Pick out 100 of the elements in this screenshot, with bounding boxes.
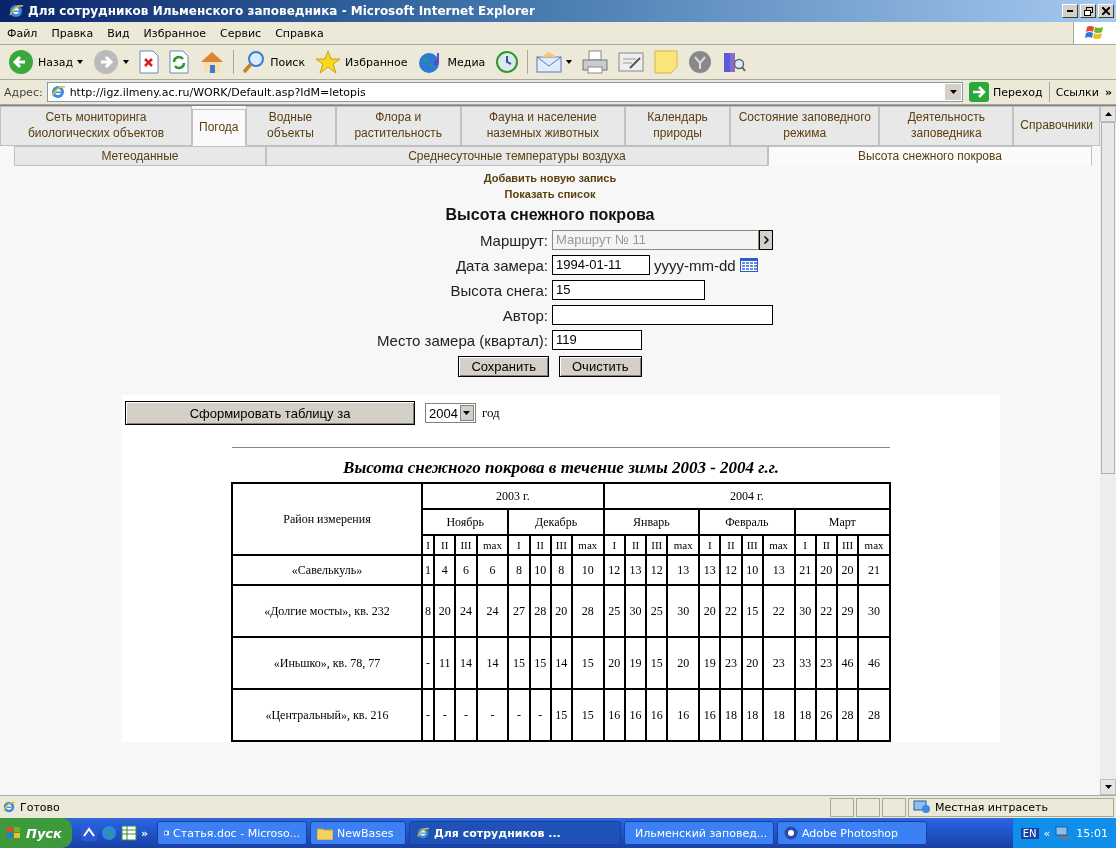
browser-logo-icon [416,826,430,840]
date-field[interactable]: 1994-01-11 [552,255,650,275]
form-button[interactable]: Сохранить [458,356,549,377]
chevron-right-icon [763,236,769,244]
vertical-scrollbar[interactable] [1100,106,1116,795]
menu-item[interactable]: Избранное [136,26,214,40]
menu-item[interactable]: Правка [44,26,101,40]
generate-table-button[interactable]: Сформировать таблицу за [125,401,415,425]
column-header: II [624,535,647,555]
chevron-button[interactable] [759,230,773,250]
form-button[interactable]: Очистить [559,356,642,377]
nav-tab[interactable]: Сеть мониторинга биологических объектов [0,106,192,146]
menu-item[interactable]: Файл [0,26,45,40]
document-pen-icon [618,51,645,73]
table-cell: 16 [699,689,721,741]
taskbar-button[interactable]: Для сотрудников ... [409,821,621,845]
table-cell: - [455,689,477,741]
field-label: Автор: [501,306,548,324]
browser-logo-icon [49,84,66,100]
page-link[interactable]: Добавить новую запись [483,170,617,186]
form-heading: Высота снежного покрова [445,206,655,224]
nav-tab[interactable]: Флора и растительность [335,106,461,146]
clock: 15:01 [1076,826,1108,840]
table-cell: 15 [571,689,604,741]
calendar-icon[interactable] [739,258,758,272]
table-cell: 20 [836,555,859,585]
taskbar-button[interactable]: Статья.doc - Microso... [157,821,307,845]
column-header: II [434,535,456,555]
start-button[interactable]: Пуск [0,818,72,848]
go-button[interactable]: Переход [967,82,1050,102]
table-cell: 8 [550,555,572,585]
text-field[interactable]: 119 [552,330,642,350]
taskbar-button[interactable]: Ильменский заповед... [624,821,774,845]
table-cell: 20 [815,555,837,585]
more-chevron[interactable]: » [1104,85,1112,99]
nav-tab[interactable]: Календарь природы [624,106,731,146]
table-cell: «Долгие мосты», кв. 232 [232,585,422,637]
scrollbar-thumb[interactable] [1101,122,1115,474]
table-cell: 8 [422,585,435,637]
table-cell: 20 [699,585,721,637]
search-button[interactable]: Поиск [238,48,310,76]
table-cell: 13 [667,555,700,585]
nav-tab[interactable]: Состояние заповедного режима [730,106,880,146]
table-cell: 14 [455,637,477,689]
nav-tab[interactable]: Фауна и население наземных животных [460,106,625,146]
nav-tab[interactable]: Водные объекты [245,106,336,146]
menu-item[interactable]: Сервис [213,26,269,40]
nav-tab[interactable]: Справочники [1013,106,1100,146]
favorites-button[interactable]: Избранное [311,48,412,76]
taskbar-button[interactable]: Adobe Photoshop [777,821,927,845]
back-button[interactable]: Назад [4,47,88,77]
browser-logo-icon [8,3,24,19]
table-cell: 15 [529,637,551,689]
language-indicator[interactable]: EN [1020,827,1039,839]
table-cell: 30 [667,585,700,637]
column-header: 2003 г. [422,483,604,509]
column-header: Район измерения [232,483,422,555]
links-button[interactable]: Ссылки [1053,85,1101,99]
text-field[interactable]: 15 [552,280,705,300]
more-chevron[interactable]: » [140,826,148,840]
table-cell: 22 [815,585,837,637]
sub-tab[interactable]: Высота снежного покрова [768,146,1092,166]
nav-tab[interactable]: Погода [192,109,246,146]
column-header: III [741,535,763,555]
table-cell: 12 [646,555,668,585]
table-cell: - [422,689,435,741]
minimize-button[interactable] [1062,4,1078,18]
table-cell: 20 [741,637,763,689]
restore-button[interactable] [1080,4,1096,18]
table-cell: 29 [836,585,859,637]
column-header: I [794,535,816,555]
sub-tab[interactable]: Метеоданные [14,146,266,166]
scroll-up-icon [1104,112,1112,116]
column-header: I [508,535,530,555]
table-cell: 25 [603,585,625,637]
dropdown-arrow-icon [463,411,471,415]
column-header: II [529,535,551,555]
media-button[interactable]: Медиа [413,48,490,76]
address-field[interactable]: http://igz.ilmeny.ac.ru/WORK/Default.asp?IdM=letopis [46,82,963,102]
table-cell: 33 [794,637,816,689]
spreadsheet-icon[interactable] [120,825,137,841]
table-cell: 15 [571,637,604,689]
table-cell: 24 [455,585,477,637]
status-pane [856,797,880,817]
text-field[interactable] [552,305,773,325]
menu-item[interactable]: Справка [268,26,331,40]
table-cell: 26 [815,689,837,741]
page-link[interactable]: Показать список [504,186,596,202]
close-button[interactable] [1098,4,1114,18]
menu-item[interactable]: Вид [100,26,137,40]
year-select[interactable]: 2004 [425,403,476,423]
sub-tab[interactable]: Среднесуточные температуры воздуха [266,146,768,166]
table-cell: «Савелькуль» [232,555,422,585]
app-launcher-icon[interactable] [80,825,97,841]
network-computer-icon [913,800,931,814]
table-cell: 13 [624,555,647,585]
column-header: Декабрь [508,509,604,535]
messenger-icon [688,50,713,74]
nav-tab[interactable]: Деятельность заповедника [879,106,1014,146]
taskbar-button[interactable]: NewBases [310,821,406,845]
